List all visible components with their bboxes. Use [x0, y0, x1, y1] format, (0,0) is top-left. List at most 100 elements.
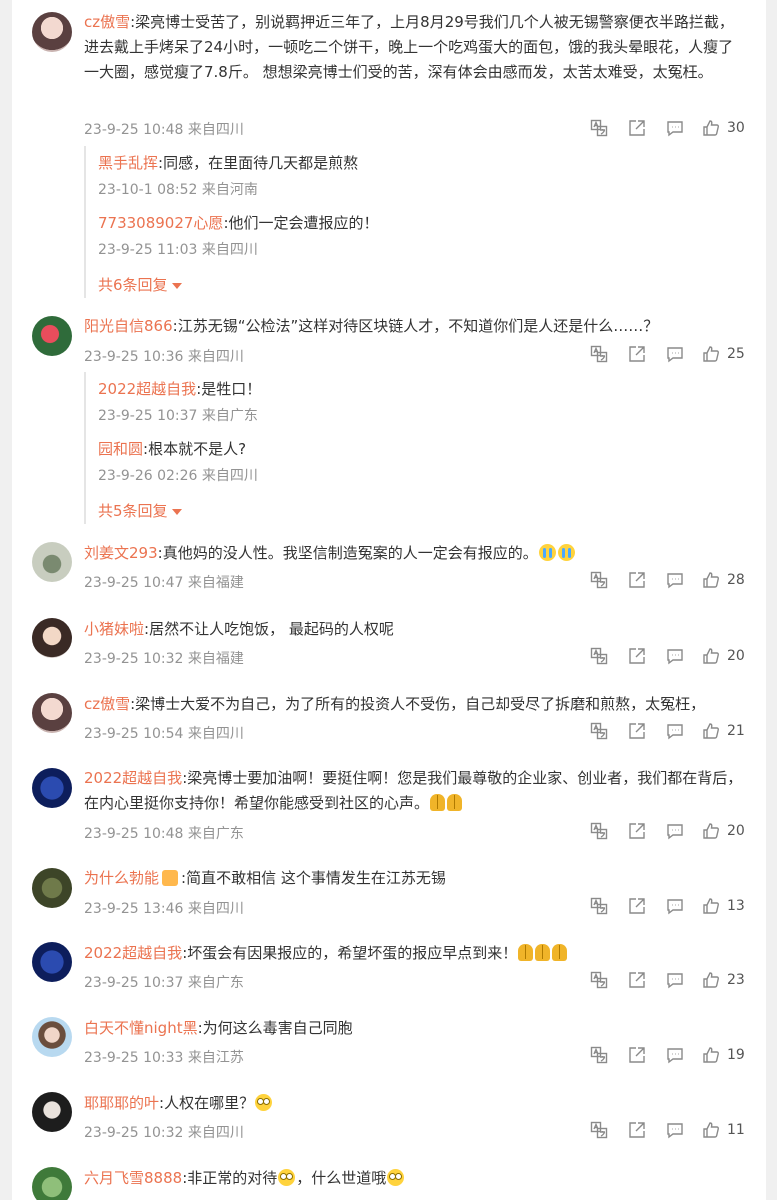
share-icon[interactable]: [626, 343, 648, 365]
reply-username[interactable]: 黑手乱挥: [98, 154, 158, 172]
avatar[interactable]: [32, 768, 72, 808]
avatar[interactable]: [32, 1017, 72, 1057]
like-count: 19: [727, 1047, 745, 1063]
reply-username[interactable]: 2022超越自我: [98, 380, 196, 398]
comment-icon[interactable]: [664, 1044, 686, 1066]
comment-username[interactable]: cz傲雪: [84, 695, 130, 713]
like-button[interactable]: 25: [702, 345, 745, 363]
translate-icon[interactable]: [588, 645, 610, 667]
reply-username[interactable]: 7733089027心愿: [98, 214, 223, 232]
like-count: 11: [727, 1122, 745, 1138]
like-button[interactable]: 28: [702, 571, 745, 589]
like-button[interactable]: 30: [702, 119, 745, 137]
share-icon[interactable]: [626, 645, 648, 667]
comment-icon[interactable]: [664, 820, 686, 842]
comment-username[interactable]: 耶耶耶的叶: [84, 1094, 159, 1112]
avatar[interactable]: [32, 12, 72, 52]
comment-text-continued: ，什么世道哦: [296, 1169, 387, 1187]
comment-actions: 19: [588, 1044, 748, 1066]
like-count: 20: [727, 823, 745, 839]
reply-text: :同感，在里面待几天都是煎熬: [158, 154, 359, 172]
like-count: 20: [727, 648, 745, 664]
caret-down-icon: [171, 282, 182, 289]
comment-icon[interactable]: [664, 969, 686, 991]
thumbs-up-icon: [703, 1122, 719, 1138]
comment-username[interactable]: 小猪妹啦: [84, 620, 144, 638]
comment-username[interactable]: 阳光自信866: [84, 317, 173, 335]
like-count: 30: [727, 120, 745, 136]
like-button[interactable]: 20: [702, 822, 745, 840]
like-button[interactable]: 13: [702, 897, 745, 915]
comment-username[interactable]: 六月飞雪8888: [84, 1169, 182, 1187]
like-button[interactable]: 20: [702, 647, 745, 665]
like-button[interactable]: 23: [702, 971, 745, 989]
crying-emoji-icon: [538, 544, 556, 561]
comment-icon[interactable]: [664, 895, 686, 917]
share-icon[interactable]: [626, 720, 648, 742]
reply-text: :根本就不是人?: [143, 440, 247, 458]
avatar[interactable]: [32, 693, 72, 733]
avatar[interactable]: [32, 868, 72, 908]
translate-icon[interactable]: [588, 969, 610, 991]
user-badge-icon: [162, 870, 179, 886]
avatar[interactable]: [32, 1167, 72, 1200]
share-icon[interactable]: [626, 1119, 648, 1141]
reply-username[interactable]: 园和圆: [98, 440, 143, 458]
comment-icon[interactable]: [664, 117, 686, 139]
share-icon[interactable]: [626, 569, 648, 591]
comment-timestamp: 23-9-25 10:37 来自广东: [84, 975, 244, 991]
translate-icon[interactable]: [588, 1044, 610, 1066]
caret-down-icon: [171, 508, 182, 515]
comment-icon[interactable]: [664, 645, 686, 667]
reply-timestamp: 23-9-26 02:26 来自四川: [98, 468, 258, 484]
comment-timestamp: 23-9-25 10:33 来自江苏: [84, 1050, 244, 1066]
comment-timestamp: 23-9-25 10:32 来自四川: [84, 1125, 244, 1141]
translate-icon[interactable]: [588, 117, 610, 139]
comment-username[interactable]: 2022超越自我: [84, 944, 182, 962]
translate-icon[interactable]: [588, 820, 610, 842]
thumbs-up-icon: [703, 1047, 719, 1063]
comment-timestamp: 23-9-25 10:48 来自四川: [84, 122, 244, 138]
comment-actions: 11: [588, 1119, 748, 1141]
share-icon[interactable]: [626, 1044, 648, 1066]
translate-icon[interactable]: [588, 343, 610, 365]
share-icon[interactable]: [626, 895, 648, 917]
translate-icon[interactable]: [588, 569, 610, 591]
comment-timestamp: 23-9-25 10:36 来自四川: [84, 349, 244, 365]
avatar[interactable]: [32, 1092, 72, 1132]
praying-hands-icon: [518, 944, 534, 961]
share-icon[interactable]: [626, 969, 648, 991]
avatar[interactable]: [32, 316, 72, 356]
comment-icon[interactable]: [664, 343, 686, 365]
more-replies-link[interactable]: 共5条回复: [98, 500, 182, 521]
like-count: 25: [727, 346, 745, 362]
translate-icon[interactable]: [588, 720, 610, 742]
translate-icon[interactable]: [588, 895, 610, 917]
avatar[interactable]: [32, 618, 72, 658]
reply-timestamp: 23-10-1 08:52 来自河南: [98, 182, 258, 198]
comment-actions: 25: [588, 343, 748, 365]
comment-username[interactable]: cz傲雪: [84, 13, 130, 31]
praying-hands-icon: [535, 944, 551, 961]
reply-timestamp: 23-9-25 10:37 来自广东: [98, 408, 258, 424]
comment-timestamp: 23-9-25 13:46 来自四川: [84, 901, 244, 917]
comment-username[interactable]: 刘姜文293: [84, 544, 158, 562]
comment-icon[interactable]: [664, 720, 686, 742]
like-button[interactable]: 21: [702, 722, 745, 740]
avatar[interactable]: [32, 542, 72, 582]
share-icon[interactable]: [626, 820, 648, 842]
comment-actions: 30: [588, 117, 748, 139]
more-replies-link[interactable]: 共6条回复: [98, 274, 182, 295]
comment-timestamp: 23-9-25 10:54 来自四川: [84, 726, 244, 742]
comment-username[interactable]: 2022超越自我: [84, 769, 182, 787]
comment-username[interactable]: 白天不懂night黑: [84, 1019, 198, 1037]
share-icon[interactable]: [626, 117, 648, 139]
comment-icon[interactable]: [664, 1119, 686, 1141]
translate-icon[interactable]: [588, 1119, 610, 1141]
like-button[interactable]: 19: [702, 1046, 745, 1064]
avatar[interactable]: [32, 942, 72, 982]
reply-thread: 2022超越自我:是牲口！ 23-9-25 10:37 来自广东 园和圆:根本就…: [84, 372, 746, 524]
comment-icon[interactable]: [664, 569, 686, 591]
like-button[interactable]: 11: [702, 1121, 745, 1139]
comment-username[interactable]: 为什么勃能: [84, 869, 159, 887]
